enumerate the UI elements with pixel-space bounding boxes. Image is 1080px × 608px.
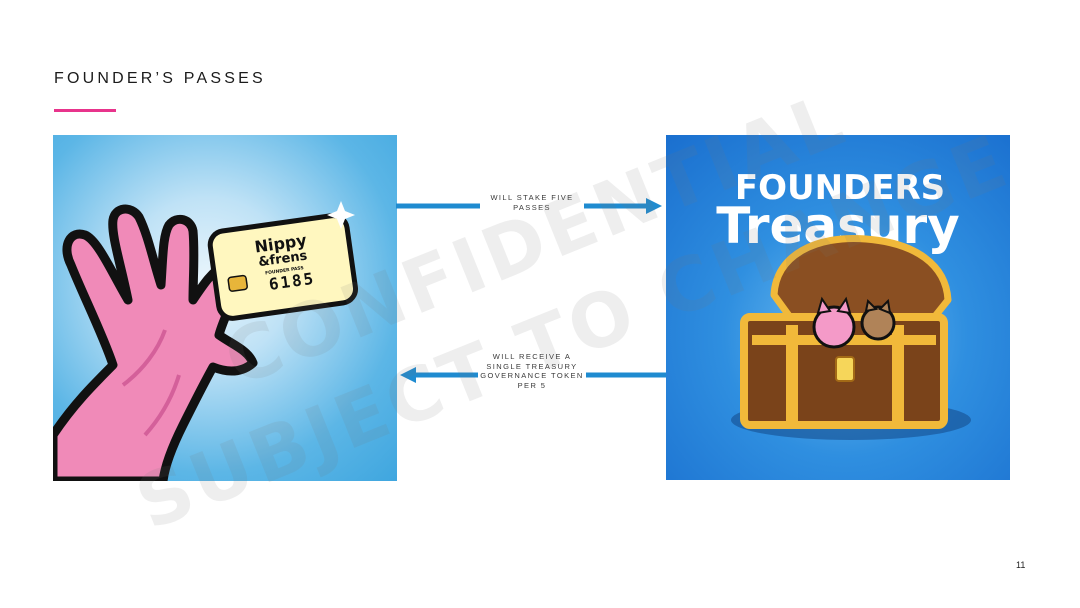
slide-title: FOUNDER’S PASSES	[54, 70, 266, 87]
founder-pass-card: Nippy &frens FOUNDER PASS 6185	[207, 213, 359, 321]
founder-pass-illustration: Nippy &frens FOUNDER PASS 6185	[53, 135, 397, 481]
page-number: 11	[1016, 560, 1026, 570]
receive-flow-label: WILL RECEIVE A SINGLE TREASURY GOVERNANC…	[478, 352, 586, 390]
hand-with-card-graphic: Nippy &frens FOUNDER PASS 6185	[53, 201, 359, 481]
receive-arrow-head-icon	[400, 367, 416, 383]
flow-arrows	[396, 198, 666, 383]
title-underline	[54, 109, 116, 112]
treasure-chest-graphic: FOUNDERS Treasury	[716, 168, 971, 440]
founders-treasury-illustration: FOUNDERS Treasury	[666, 135, 1010, 480]
stake-arrow-head-icon	[646, 198, 662, 214]
stake-flow-label: WILL STAKE FIVE PASSES	[480, 193, 584, 212]
